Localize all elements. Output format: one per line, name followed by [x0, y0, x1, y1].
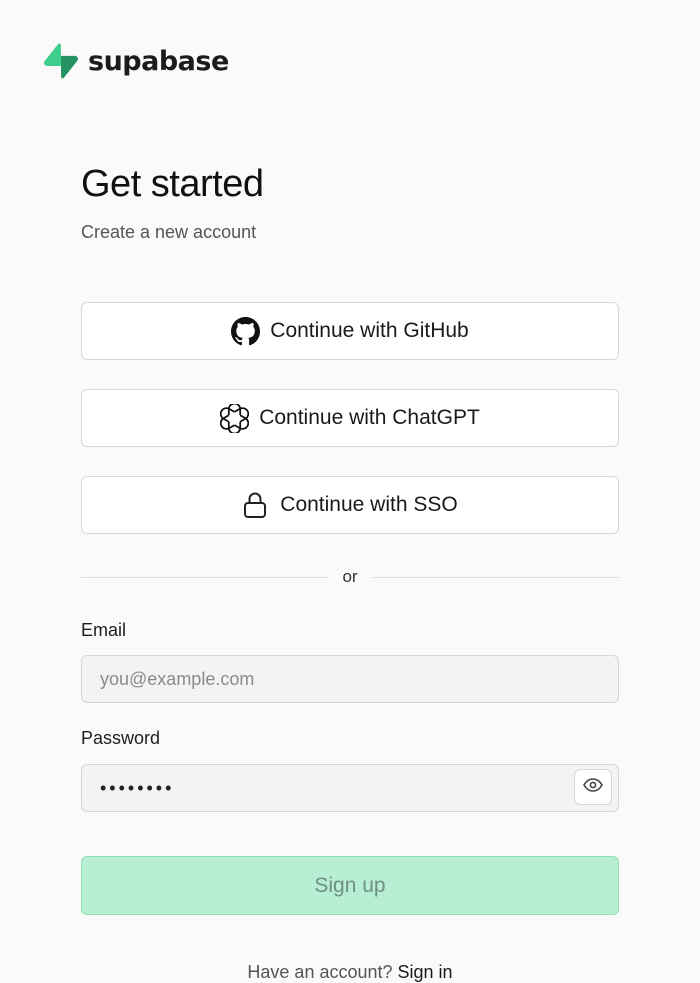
email-field[interactable]: [81, 655, 619, 703]
continue-with-sso-button[interactable]: Continue with SSO: [81, 476, 619, 534]
divider-line-right: [371, 576, 619, 578]
brand-name: supabase: [88, 45, 229, 77]
sso-button-label: Continue with SSO: [280, 493, 458, 516]
supabase-logo[interactable]: supabase: [44, 42, 229, 80]
divider-label: or: [342, 567, 358, 586]
divider-line-left: [81, 576, 329, 578]
sign-up-button[interactable]: Sign up: [81, 856, 619, 915]
openai-icon: [220, 403, 250, 433]
supabase-logo-icon: [44, 42, 78, 80]
github-icon: [231, 316, 261, 346]
sign-up-button-label: Sign up: [314, 873, 386, 897]
password-field[interactable]: [81, 764, 619, 812]
toggle-password-visibility-button[interactable]: [574, 769, 612, 805]
page-subtitle: Create a new account: [81, 222, 257, 242]
lock-icon: [242, 491, 268, 519]
chatgpt-button-label: Continue with ChatGPT: [259, 406, 480, 429]
or-divider: or: [81, 562, 619, 592]
continue-with-chatgpt-button[interactable]: Continue with ChatGPT: [81, 389, 619, 447]
page-title: Get started: [81, 163, 264, 205]
eye-icon: [583, 777, 603, 797]
footer-prompt-text: Have an account?: [247, 962, 393, 982]
github-button-label: Continue with GitHub: [270, 319, 469, 342]
password-label: Password: [81, 728, 161, 748]
sign-in-link[interactable]: Sign in: [398, 962, 453, 982]
continue-with-github-button[interactable]: Continue with GitHub: [81, 302, 619, 360]
email-label: Email: [81, 620, 127, 640]
